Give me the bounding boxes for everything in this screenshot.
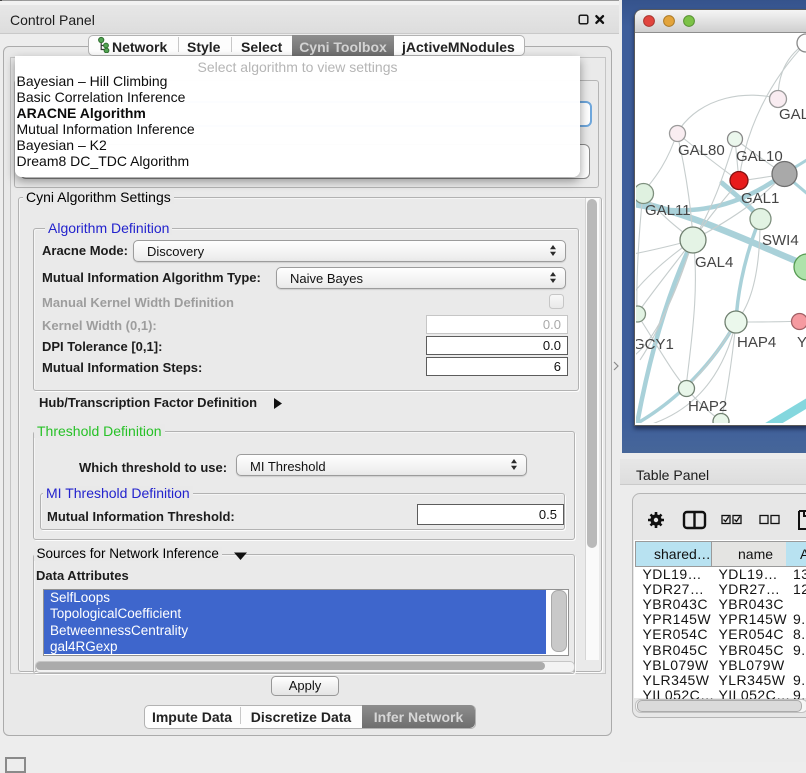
svg-text:GCY1: GCY1 bbox=[636, 336, 674, 353]
svg-text:GAL4: GAL4 bbox=[695, 254, 733, 271]
svg-text:Y: Y bbox=[797, 334, 806, 351]
svg-text:GAL2: GAL2 bbox=[779, 106, 806, 123]
svg-text:GAL11: GAL11 bbox=[645, 202, 691, 219]
svg-text:GAL10: GAL10 bbox=[736, 148, 783, 165]
svg-text:GAL80: GAL80 bbox=[678, 142, 725, 159]
svg-text:HAP2: HAP2 bbox=[688, 398, 727, 415]
svg-text:SWI4: SWI4 bbox=[762, 232, 799, 249]
svg-text:GAL1: GAL1 bbox=[741, 190, 779, 207]
svg-text:HAP4: HAP4 bbox=[737, 334, 776, 351]
